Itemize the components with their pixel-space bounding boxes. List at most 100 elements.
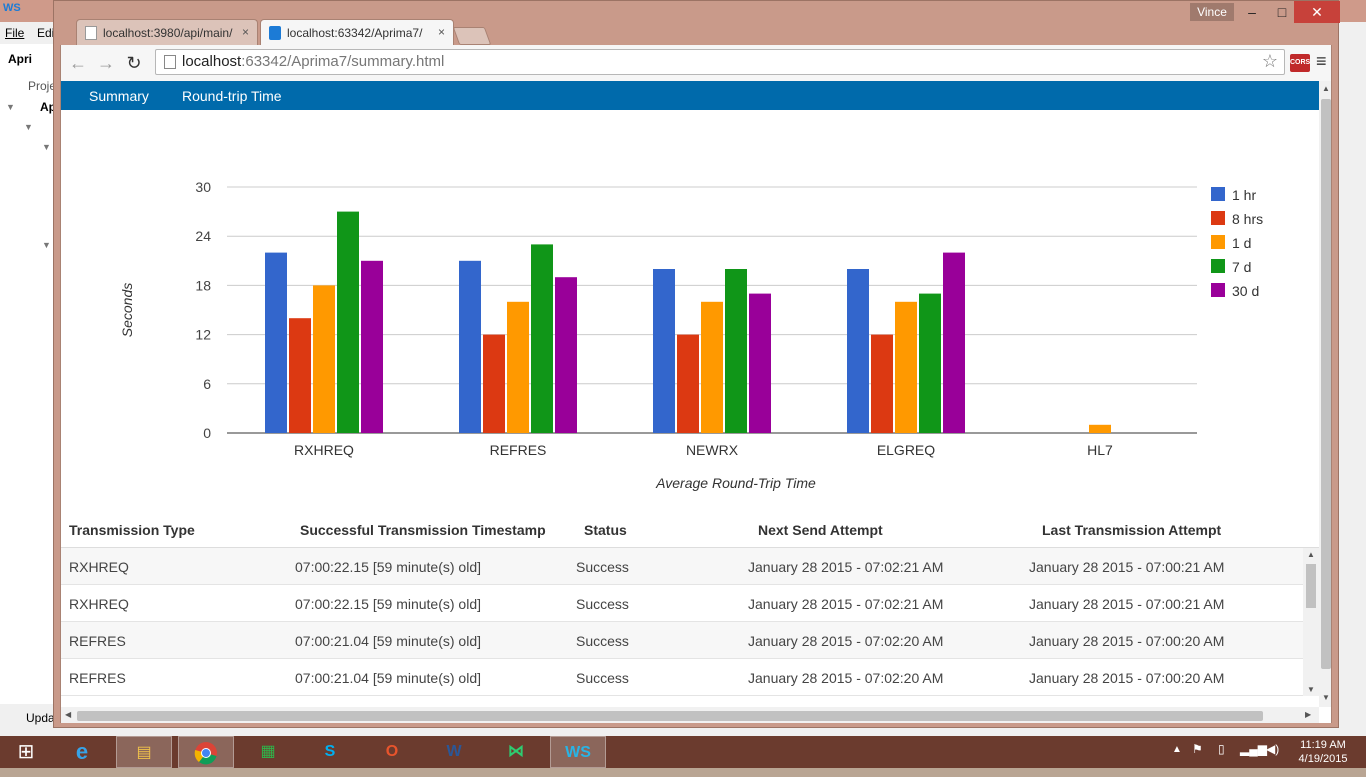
bar [895, 301, 917, 433]
scroll-up-arrow-icon[interactable]: ▲ [1307, 550, 1315, 559]
col-header-next-send[interactable]: Next Send Attempt [758, 522, 883, 538]
cell-type: REFRES [69, 633, 126, 649]
col-header-transmission-type[interactable]: Transmission Type [69, 522, 195, 538]
page-vertical-scrollbar[interactable]: ▲ ▼ [1319, 81, 1331, 707]
cell-timestamp: 07:00:22.15 [59 minute(s) old] [295, 559, 482, 575]
url-host: localhost [182, 53, 242, 70]
chrome-icon[interactable] [178, 736, 234, 768]
tray-expand-icon[interactable]: ▲ [1172, 744, 1182, 755]
browser-toolbar: ← → ↻ localhost:63342/Aprima7/summary.ht… [60, 45, 1332, 81]
cell-last: January 28 2015 - 07:00:20 AM [1029, 633, 1225, 649]
bookmark-star-icon[interactable]: ☆ [1262, 51, 1278, 72]
chrome-logo-svg [194, 742, 217, 765]
tab-label: localhost:3980/api/main/ [103, 26, 233, 40]
tree-expand-icon[interactable]: ▼ [24, 122, 33, 132]
legend-swatch [1211, 259, 1225, 273]
y-tick-label: 0 [203, 425, 211, 441]
table-row[interactable]: RXHREQ 07:00:22.15 [59 minute(s) old] Su… [61, 548, 1303, 585]
cell-next: January 28 2015 - 07:02:20 AM [748, 670, 944, 686]
cell-last: January 28 2015 - 07:00:21 AM [1029, 596, 1225, 612]
scroll-left-arrow-icon[interactable]: ◀ [65, 710, 71, 719]
minimize-button[interactable]: – [1236, 1, 1268, 23]
webstorm-icon[interactable]: WS [550, 736, 606, 768]
url-text[interactable]: localhost:63342/Aprima7/summary.html [182, 53, 444, 70]
legend-label: 7 d [1232, 259, 1251, 275]
cell-next: January 28 2015 - 07:02:20 AM [748, 633, 944, 649]
table-row[interactable]: REFRES 07:00:21.04 [59 minute(s) old] Su… [61, 622, 1303, 659]
ide-project-panel: Apri Proje Ap ▼ ▼ ▼ ▼ [0, 44, 61, 704]
clock-date: 4/19/2015 [1298, 753, 1348, 765]
webstorm-logo-icon: WS [3, 2, 21, 14]
reload-icon[interactable]: ↻ [123, 53, 145, 75]
horizontal-scroll-thumb[interactable] [77, 711, 1263, 721]
cell-timestamp: 07:00:22.15 [59 minute(s) old] [295, 596, 482, 612]
store-icon[interactable]: ▦ [240, 736, 296, 768]
y-tick-label: 30 [195, 179, 211, 195]
col-header-last-transmission[interactable]: Last Transmission Attempt [1042, 522, 1221, 538]
cell-type: REFRES [69, 670, 126, 686]
col-header-timestamp[interactable]: Successful Transmission Timestamp [300, 522, 546, 538]
bar [653, 269, 675, 433]
cell-last: January 28 2015 - 07:00:21 AM [1029, 559, 1225, 575]
back-arrow-icon[interactable]: ← [67, 53, 89, 75]
windows-start-icon[interactable]: ⊞ [0, 736, 52, 768]
nav-summary[interactable]: Summary [89, 88, 149, 104]
tab-api-main[interactable]: localhost:3980/api/main/ × [76, 19, 258, 45]
cell-status: Success [576, 596, 629, 612]
col-header-status[interactable]: Status [584, 522, 627, 538]
tab-summary[interactable]: localhost:63342/Aprima7/ × [260, 19, 454, 45]
tab-strip: localhost:3980/api/main/ × localhost:633… [54, 1, 1340, 45]
x-axis-title: Average Round-Trip Time [655, 475, 816, 491]
close-window-button[interactable]: ✕ [1294, 1, 1340, 23]
legend-swatch [1211, 235, 1225, 249]
tree-expand-icon[interactable]: ▼ [42, 142, 51, 152]
bar [725, 269, 747, 433]
address-bar[interactable]: localhost:63342/Aprima7/summary.html ☆ [155, 49, 1285, 75]
scroll-right-arrow-icon[interactable]: ▶ [1305, 710, 1311, 719]
flag-icon[interactable]: ⚑ [1192, 742, 1203, 756]
ide-menu-edit[interactable]: Edi [37, 26, 54, 40]
cors-extension-icon[interactable]: CORS [1290, 54, 1310, 72]
forward-arrow-icon[interactable]: → [95, 53, 117, 75]
bar [749, 293, 771, 433]
y-tick-label: 24 [195, 228, 211, 244]
table-row[interactable]: RXHREQ 07:00:22.15 [59 minute(s) old] Su… [61, 585, 1303, 622]
table-scroll-thumb[interactable] [1306, 564, 1316, 608]
legend-swatch [1211, 211, 1225, 225]
profile-button[interactable]: Vince [1190, 3, 1234, 21]
tree-expand-icon[interactable]: ▼ [42, 240, 51, 250]
visual-studio-icon[interactable]: ⋈ [488, 736, 544, 768]
bar [459, 260, 481, 433]
word-icon[interactable]: W [426, 736, 482, 768]
bar [507, 301, 529, 433]
volume-icon[interactable]: ◀) [1266, 742, 1279, 756]
tab-close-icon[interactable]: × [242, 25, 249, 39]
scroll-down-arrow-icon[interactable]: ▼ [1322, 693, 1330, 702]
cell-timestamp: 07:00:21.04 [59 minute(s) old] [295, 670, 482, 686]
table-scrollbar[interactable]: ▲ ▼ [1303, 548, 1319, 696]
ide-status-bar: Upda [0, 706, 60, 730]
scroll-down-arrow-icon[interactable]: ▼ [1307, 685, 1315, 694]
bar [871, 334, 893, 433]
office-icon[interactable]: O [364, 736, 420, 768]
new-tab-button[interactable] [452, 27, 492, 45]
network-icon[interactable]: ▂▄▆ [1240, 742, 1267, 756]
skype-icon[interactable]: S [302, 736, 358, 768]
cell-timestamp: 07:00:21.04 [59 minute(s) old] [295, 633, 482, 649]
ide-project-tab[interactable]: Proje [28, 79, 56, 93]
tab-close-icon[interactable]: × [438, 25, 445, 39]
table-row[interactable]: REFRES 07:00:21.04 [59 minute(s) old] Su… [61, 659, 1303, 696]
chrome-menu-icon[interactable]: ≡ [1316, 51, 1327, 72]
ide-menu-file[interactable]: File [5, 26, 24, 40]
internet-explorer-icon[interactable]: e [54, 736, 110, 768]
legend-label: 8 hrs [1232, 211, 1263, 227]
taskbar-clock[interactable]: 11:19 AM 4/19/2015 [1290, 736, 1356, 766]
nav-round-trip-time[interactable]: Round-trip Time [182, 88, 282, 104]
tree-expand-icon[interactable]: ▼ [6, 102, 15, 112]
battery-icon[interactable]: ▯ [1218, 742, 1225, 756]
scroll-up-arrow-icon[interactable]: ▲ [1322, 84, 1330, 93]
page-scroll-thumb[interactable] [1321, 99, 1331, 669]
file-explorer-icon[interactable]: ▤ [116, 736, 172, 768]
ide-project-label[interactable]: Apri [8, 52, 32, 66]
page-horizontal-scrollbar[interactable]: ◀ ▶ [61, 707, 1319, 723]
